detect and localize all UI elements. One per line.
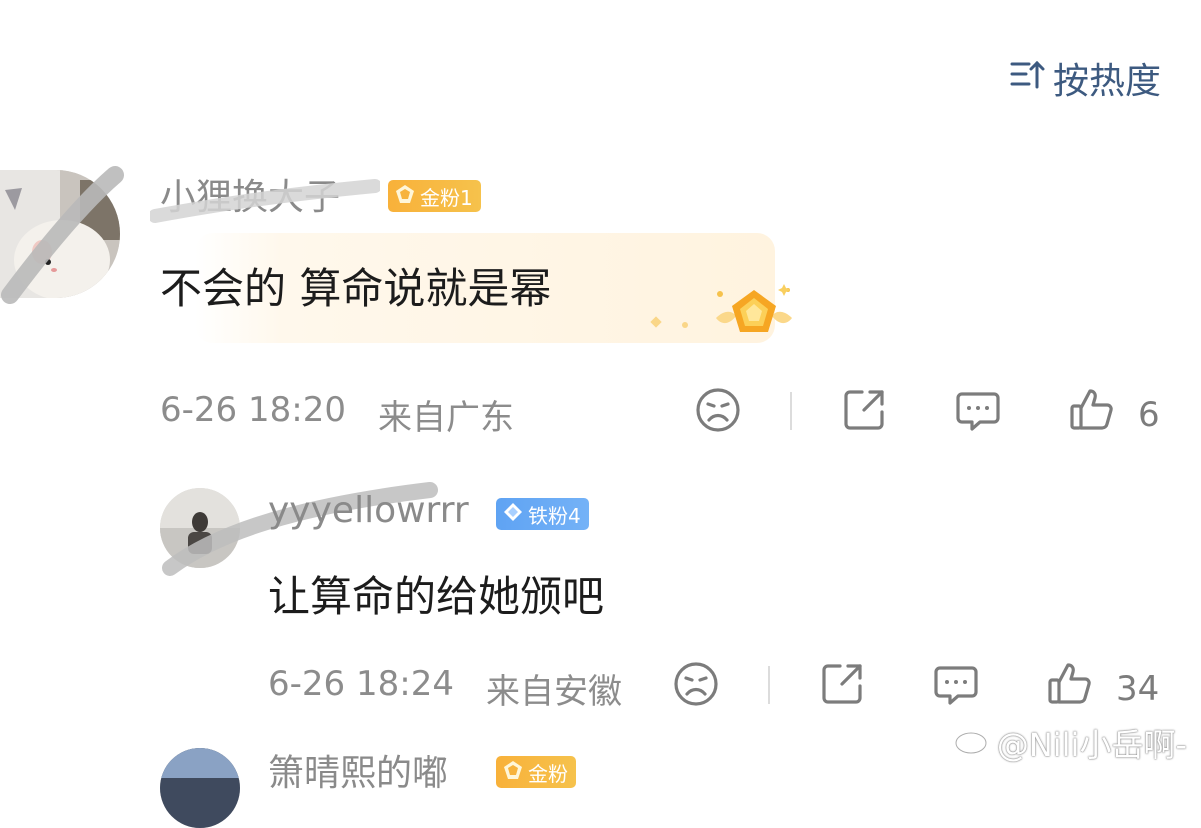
fan-badge[interactable]: 铁粉4 (496, 498, 589, 530)
share-button[interactable] (818, 660, 866, 717)
sad-face-icon (694, 386, 742, 443)
comment-text: 不会的 算命说就是幂 (160, 264, 552, 313)
watermark-text: @Nili小岳啊- (996, 726, 1187, 764)
comment-location: 来自广东 (378, 398, 514, 438)
comment-icon (932, 660, 980, 717)
sort-label: 按热度 (1052, 61, 1161, 102)
sort-icon (1009, 55, 1047, 102)
comment-location: 来自安徽 (486, 672, 622, 712)
comment-username[interactable]: 箫晴熙的嘟 (268, 744, 448, 796)
thumbs-up-icon (1068, 386, 1116, 443)
share-icon (818, 660, 866, 717)
watermark: @Nili小岳啊- (953, 720, 1187, 766)
divider (790, 392, 792, 430)
fan-badge[interactable]: 金粉1 (388, 180, 481, 212)
comment-icon (954, 386, 1002, 443)
sad-face-icon (672, 660, 720, 717)
fan-badge[interactable]: 金粉 (496, 756, 576, 788)
sparkle-icon (682, 322, 688, 328)
comment-username[interactable]: yyyellowrrr (268, 490, 469, 531)
diamond-icon (502, 501, 524, 528)
comment-time: 6-26 18:24 (268, 664, 454, 704)
like-count: 6 (1138, 394, 1160, 435)
avatar[interactable] (160, 488, 240, 568)
badge-label: 金粉1 (420, 185, 473, 210)
sort-by-popularity-button[interactable]: 按热度 (1009, 52, 1161, 104)
comment-text: 让算命的给她颁吧 (268, 572, 605, 621)
gem-icon (394, 183, 416, 210)
reply-button[interactable] (932, 660, 980, 717)
share-button[interactable] (840, 386, 888, 443)
comment-username[interactable]: 小狸换大子 (160, 168, 340, 220)
dislike-button[interactable] (672, 660, 720, 717)
like-button[interactable]: 6 (1068, 386, 1160, 443)
gem-icon (502, 759, 524, 786)
weibo-logo-icon (953, 723, 993, 763)
divider (768, 666, 770, 704)
badge-label: 金粉 (528, 761, 568, 786)
avatar[interactable] (0, 170, 120, 298)
thumbs-up-icon (1046, 660, 1094, 717)
reply-button[interactable] (954, 386, 1002, 443)
like-count: 34 (1116, 668, 1160, 709)
gold-medal-icon (706, 280, 802, 350)
comment-time: 6-26 18:20 (160, 390, 346, 430)
badge-label: 铁粉4 (528, 503, 581, 528)
share-icon (840, 386, 888, 443)
like-button[interactable]: 34 (1046, 660, 1159, 717)
avatar[interactable] (160, 748, 240, 828)
dislike-button[interactable] (694, 386, 742, 443)
